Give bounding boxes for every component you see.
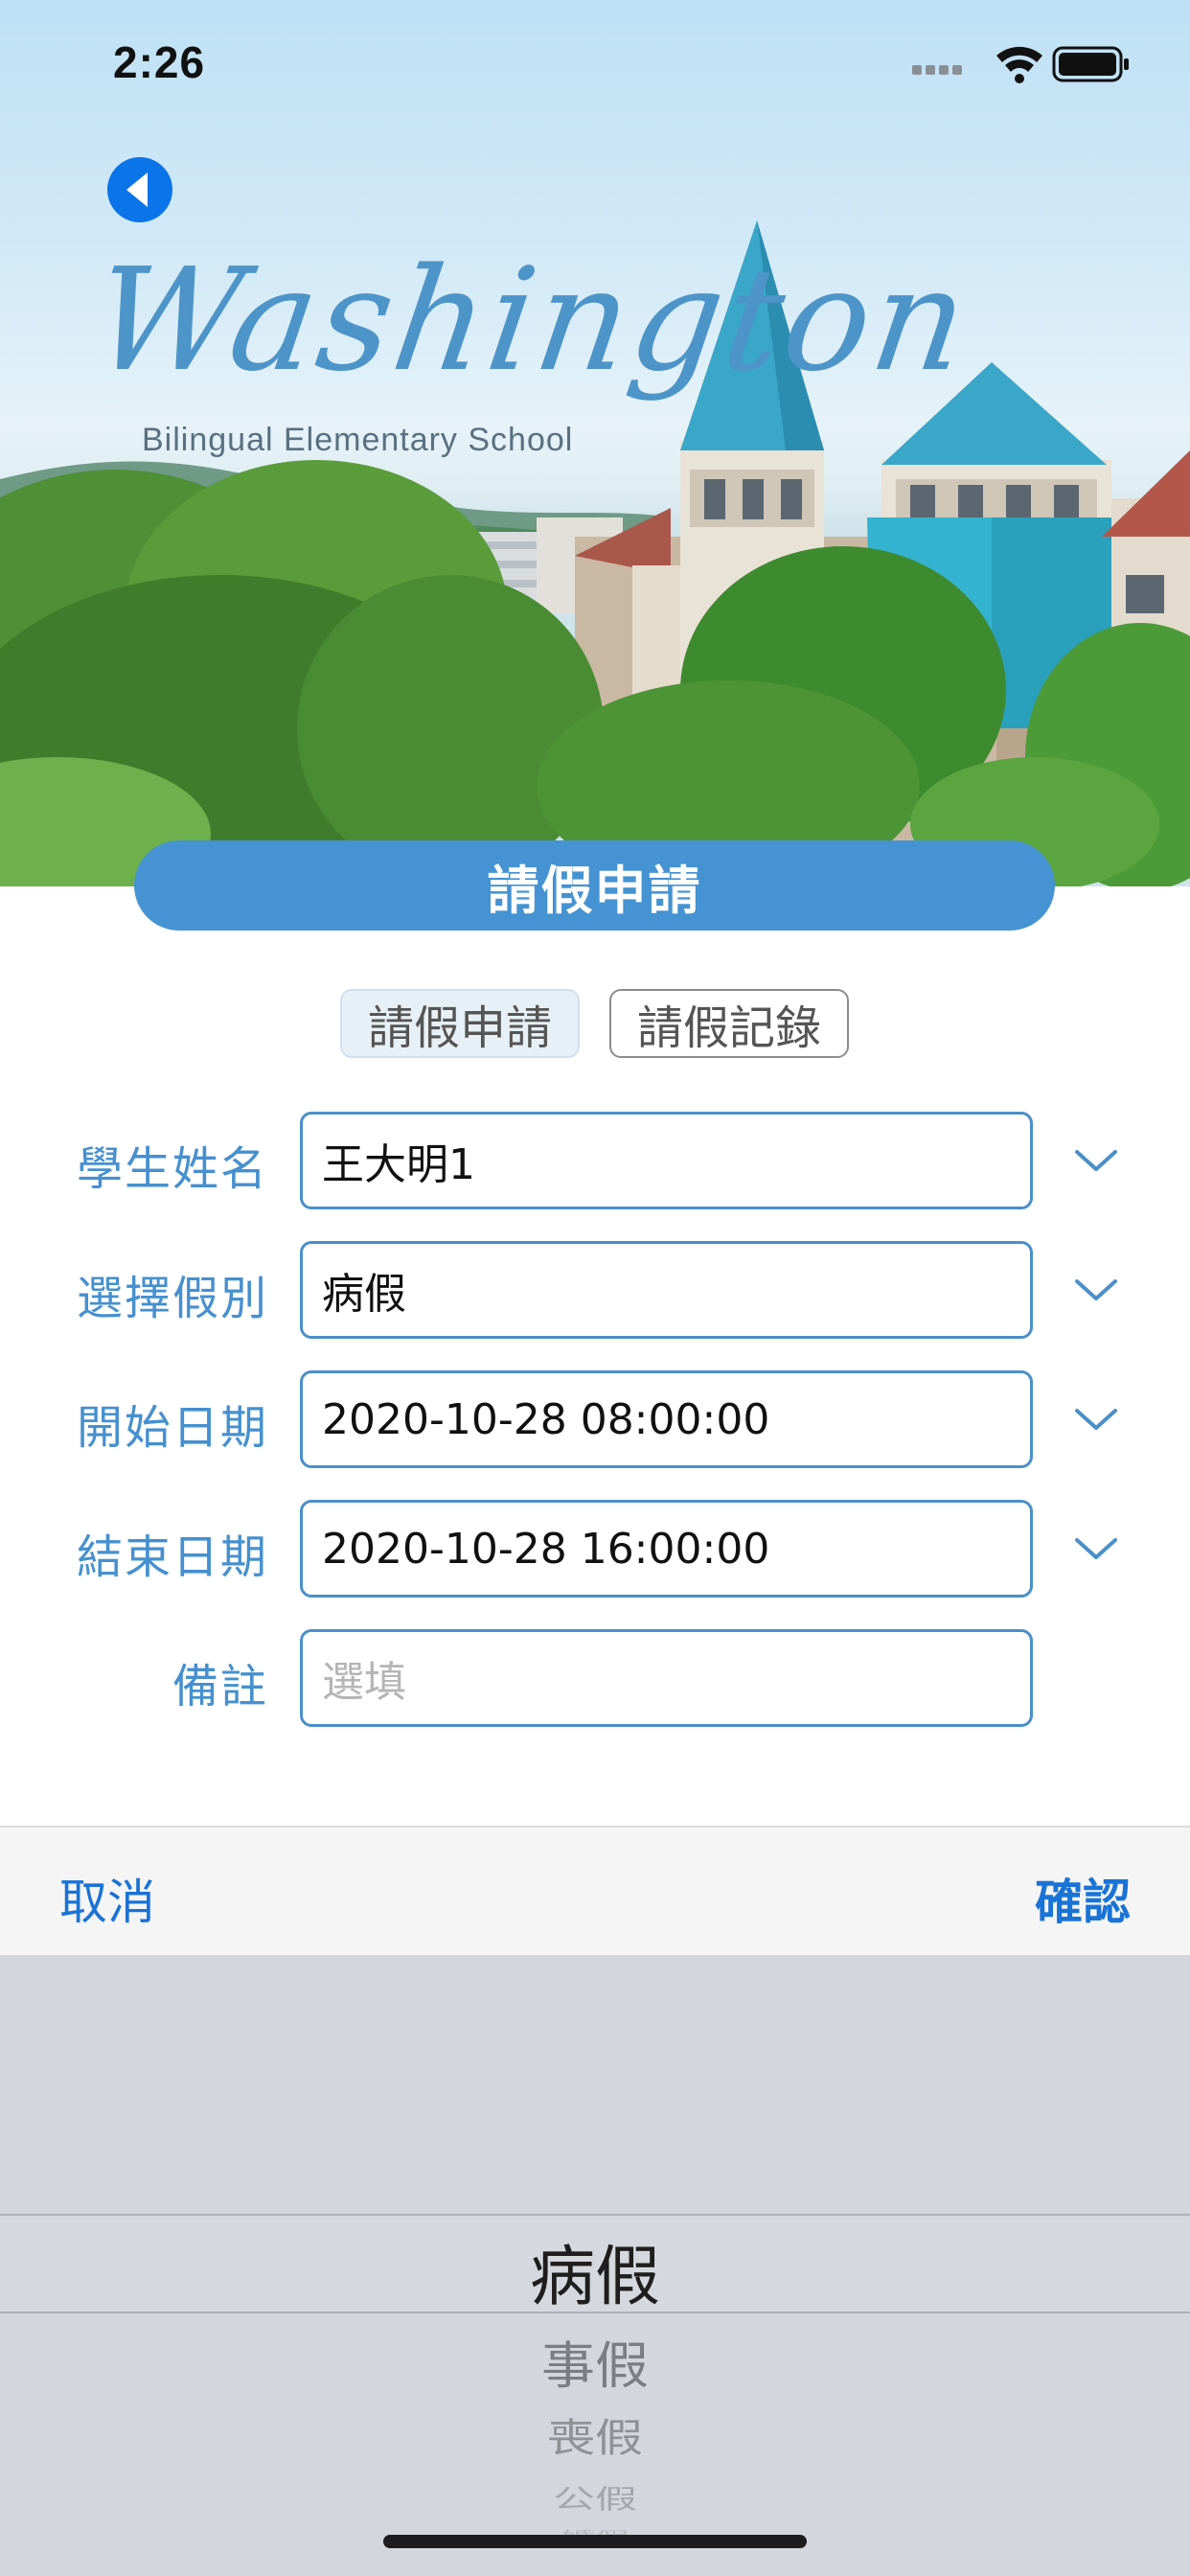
- leave-type-picker[interactable]: 病假 事假 喪假 公假 婚假: [0, 1955, 1190, 2576]
- wifi-icon: [996, 46, 1042, 83]
- school-logo-script: Washington: [83, 238, 980, 402]
- start-date-field[interactable]: 2020-10-28 08:00:00: [300, 1370, 1033, 1468]
- school-logo-subtitle: Bilingual Elementary School: [142, 422, 574, 458]
- cellular-signal-icon: [912, 65, 962, 75]
- confirm-button[interactable]: 確認: [1035, 1864, 1131, 1933]
- page-title: 請假申請: [487, 860, 702, 921]
- back-button[interactable]: [107, 157, 172, 222]
- end-date-field[interactable]: 2020-10-28 16:00:00: [300, 1500, 1033, 1598]
- back-arrow-icon: [126, 172, 148, 207]
- start-date-chevron-down-icon[interactable]: [1073, 1405, 1119, 1434]
- note-field[interactable]: 選填: [300, 1629, 1033, 1727]
- end-date-label: 結束日期: [76, 1530, 268, 1584]
- student-name-label: 學生姓名: [76, 1142, 268, 1196]
- picker-option[interactable]: 公假: [0, 2477, 1190, 2516]
- end-date-chevron-down-icon[interactable]: [1073, 1534, 1119, 1563]
- picker-option[interactable]: 喪假: [0, 2406, 1190, 2463]
- status-time: 2:26: [113, 37, 206, 87]
- picker-option[interactable]: 病假: [0, 2223, 1190, 2318]
- tab-leave-records[interactable]: 請假記錄: [609, 989, 849, 1058]
- student-name-field[interactable]: 王大明1: [300, 1112, 1033, 1209]
- note-label: 備註: [172, 1660, 268, 1714]
- cancel-button[interactable]: 取消: [59, 1864, 155, 1933]
- leave-type-field[interactable]: 病假: [300, 1241, 1033, 1339]
- home-indicator[interactable]: [383, 2535, 807, 2548]
- student-name-chevron-down-icon[interactable]: [1073, 1146, 1119, 1175]
- picker-toolbar: 取消 確認: [0, 1826, 1190, 1955]
- picker-option[interactable]: 事假: [0, 2326, 1190, 2398]
- status-bar: 2:26: [0, 0, 1190, 125]
- hero-banner: 2:26 Washington Bilingual Elementary Sch…: [0, 0, 1190, 886]
- page-title-bar: 請假申請: [134, 840, 1055, 931]
- battery-icon: [1052, 46, 1129, 82]
- leave-type-label: 選擇假別: [76, 1272, 268, 1325]
- tab-leave-application[interactable]: 請假申請: [340, 989, 580, 1058]
- status-icons: [912, 46, 1129, 83]
- leave-type-chevron-down-icon[interactable]: [1073, 1276, 1119, 1304]
- start-date-label: 開始日期: [76, 1401, 268, 1455]
